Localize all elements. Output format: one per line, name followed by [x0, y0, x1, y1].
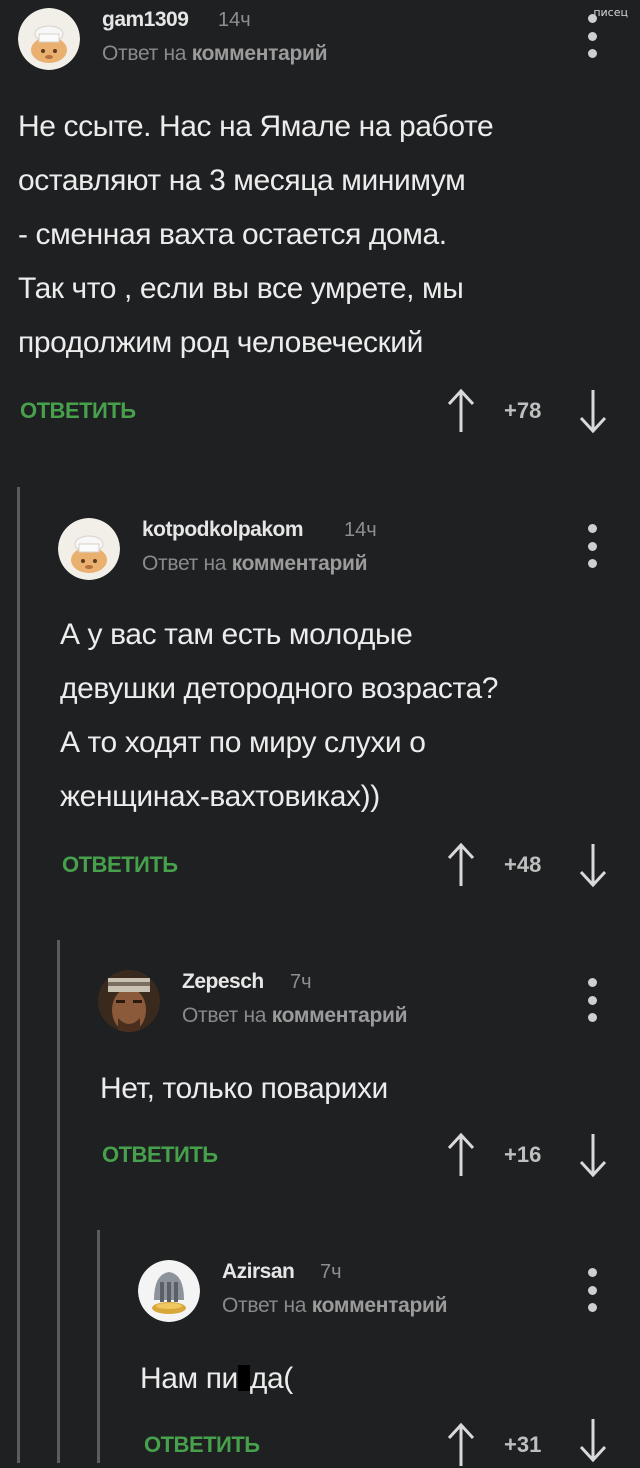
- timestamp: 7ч: [320, 1261, 342, 1283]
- upvote-arrow-icon[interactable]: [446, 1422, 476, 1468]
- reply-to-prefix: Ответ на: [222, 1294, 307, 1317]
- username[interactable]: Azirsan: [222, 1260, 295, 1284]
- comment: Azirsan 7ч Ответ на комментарий Нам пи да…: [0, 0, 640, 1466]
- helmet-avatar-icon: [138, 1260, 200, 1322]
- avatar[interactable]: [138, 1260, 200, 1322]
- reply-to-link[interactable]: комментарий: [312, 1294, 448, 1317]
- score: +31: [504, 1432, 542, 1457]
- reply-to-line: Ответ на комментарий: [222, 1294, 448, 1318]
- comment-text: Нам пи да(: [140, 1352, 620, 1406]
- downvote-arrow-icon[interactable]: [578, 1417, 608, 1463]
- censor-block: [237, 1365, 250, 1391]
- more-options-icon[interactable]: [580, 1268, 604, 1312]
- text-after-censor: да(: [249, 1362, 293, 1395]
- text-before-censor: Нам пи: [140, 1362, 238, 1395]
- text-line: Нам пи да(: [140, 1352, 620, 1406]
- reply-button[interactable]: ОТВЕТИТЬ: [144, 1432, 260, 1458]
